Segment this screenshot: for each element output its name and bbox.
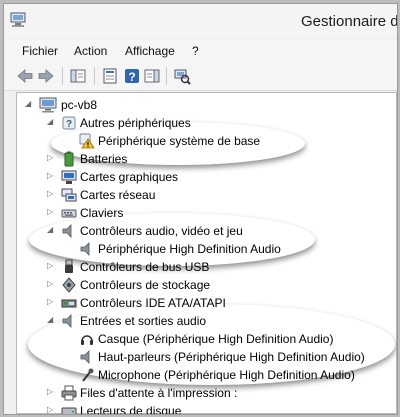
tree-category[interactable]: ▷ Claviers (47, 204, 197, 222)
tree-label: Cartes réseau (80, 188, 156, 202)
tree-label: Microphone (Périphérique High Definition… (98, 368, 355, 382)
expand-arrow-icon[interactable]: ▷ (47, 171, 55, 181)
tree-label: Casque (Périphérique High Definition Aud… (98, 332, 334, 346)
tree-category[interactable]: ▷ Files d'attente à l'impression : (47, 384, 267, 402)
tree-category[interactable]: ▷ Lecteurs de disque (47, 402, 247, 415)
expand-arrow-icon[interactable]: ▷ (47, 297, 55, 307)
tree-label: Cartes graphiques (80, 170, 179, 184)
expand-arrow-icon[interactable]: ▷ (47, 279, 55, 289)
tree-device[interactable]: Haut-parleurs (Périphérique High Definit… (65, 348, 375, 366)
tree-label: Contrôleurs de bus USB (80, 260, 210, 274)
network-adapter-icon (61, 187, 77, 203)
headphones-icon (79, 331, 95, 347)
expand-arrow-icon[interactable]: ▷ (47, 405, 55, 414)
toolbar-separator (166, 67, 167, 85)
ide-controller-icon (61, 295, 77, 311)
computer-icon (39, 97, 57, 113)
tree-root[interactable]: ◢ pc-vb8 (25, 96, 145, 114)
printer-icon (61, 385, 77, 401)
speaker-icon (61, 313, 77, 329)
tree-label: Périphérique système de base (98, 134, 261, 148)
scan-hardware-icon[interactable] (173, 67, 191, 85)
show-action-pane-icon[interactable] (143, 67, 161, 85)
tree-label: Batteries (80, 152, 128, 166)
window-title: Gestionnaire de (301, 13, 398, 30)
collapse-arrow-icon[interactable]: ◢ (47, 117, 55, 127)
menu-bar: Fichier Action Affichage ? (4, 40, 397, 62)
device-tree: ◢ pc-vb8 ◢ ? Autres périphériques Périph… (16, 92, 397, 414)
display-adapter-icon (61, 169, 77, 185)
usb-icon (61, 259, 77, 275)
tree-label: Contrôleurs de stockage (80, 278, 211, 292)
toolbar-separator (94, 67, 95, 85)
collapse-arrow-icon[interactable]: ◢ (25, 99, 33, 109)
expand-arrow-icon[interactable]: ▷ (47, 153, 55, 163)
menu-action[interactable]: Action (74, 44, 107, 58)
tree-label: Haut-parleurs (Périphérique High Definit… (98, 350, 365, 364)
tree-label: Lecteurs de disque (80, 404, 182, 415)
back-icon[interactable] (16, 67, 34, 85)
tree-category[interactable]: ▷ Batteries (47, 150, 197, 168)
tree-category[interactable]: ▷ Cartes réseau (47, 186, 217, 204)
tree-category[interactable]: ▷ Contrôleurs de bus USB (47, 258, 247, 276)
collapse-arrow-icon[interactable]: ◢ (47, 315, 55, 325)
device-manager-window: Gestionnaire de Fichier Action Affichage… (3, 3, 398, 415)
properties-icon[interactable] (101, 67, 119, 85)
collapse-arrow-icon[interactable]: ◢ (47, 225, 55, 235)
battery-icon (61, 151, 77, 167)
expand-arrow-icon[interactable]: ▷ (47, 189, 55, 199)
keyboard-icon (61, 205, 77, 221)
menu-help[interactable]: ? (192, 44, 199, 58)
tree-label: Entrées et sorties audio (80, 314, 207, 328)
tree-root-label: pc-vb8 (61, 98, 98, 112)
tree-label: Périphérique High Definition Audio (98, 242, 281, 256)
device-manager-icon (10, 12, 26, 33)
forward-icon[interactable] (37, 67, 55, 85)
tree-category[interactable]: ◢ Contrôleurs audio, vidéo et jeu (47, 222, 277, 240)
storage-controller-icon (61, 277, 77, 293)
tree-device[interactable]: Périphérique High Definition Audio (65, 240, 305, 258)
tree-label: Files d'attente à l'impression : (80, 386, 238, 400)
tree-label: Contrôleurs audio, vidéo et jeu (80, 224, 243, 238)
tree-label: Autres périphériques (80, 116, 191, 130)
speaker-icon (79, 349, 95, 365)
help-icon[interactable]: ? (123, 67, 141, 85)
tree-device[interactable]: Casque (Périphérique High Definition Aud… (65, 330, 365, 348)
toolbar: ? (4, 62, 397, 91)
microphone-icon (79, 367, 95, 383)
tree-category[interactable]: ▷ Contrôleurs IDE ATA/ATAPI (47, 294, 247, 312)
tree-category[interactable]: ◢ ? Autres périphériques (47, 114, 247, 132)
menu-affichage[interactable]: Affichage (125, 44, 175, 58)
disk-drive-icon (61, 403, 77, 414)
warning-device-icon (79, 133, 95, 149)
svg-text:?: ? (128, 70, 135, 84)
tree-device[interactable]: Microphone (Périphérique High Definition… (65, 366, 375, 384)
tree-category[interactable]: ▷ Cartes graphiques (47, 168, 217, 186)
unknown-device-icon: ? (61, 115, 77, 131)
tree-category[interactable]: ▷ Contrôleurs de stockage (47, 276, 247, 294)
expand-arrow-icon[interactable]: ▷ (47, 387, 55, 397)
tree-device[interactable]: Périphérique système de base (65, 132, 285, 150)
expand-arrow-icon[interactable]: ▷ (47, 261, 55, 271)
tree-label: Claviers (80, 206, 124, 220)
speaker-icon (61, 223, 77, 239)
svg-text:?: ? (66, 119, 72, 130)
speaker-icon (79, 241, 95, 257)
tree-label: Contrôleurs IDE ATA/ATAPI (80, 296, 226, 310)
tree-category[interactable]: ◢ Entrées et sorties audio (47, 312, 247, 330)
title-bar: Gestionnaire de (4, 4, 397, 38)
expand-arrow-icon[interactable]: ▷ (47, 207, 55, 217)
toolbar-separator (62, 67, 63, 85)
menu-fichier[interactable]: Fichier (22, 44, 58, 58)
show-hide-console-tree-icon[interactable] (69, 67, 87, 85)
